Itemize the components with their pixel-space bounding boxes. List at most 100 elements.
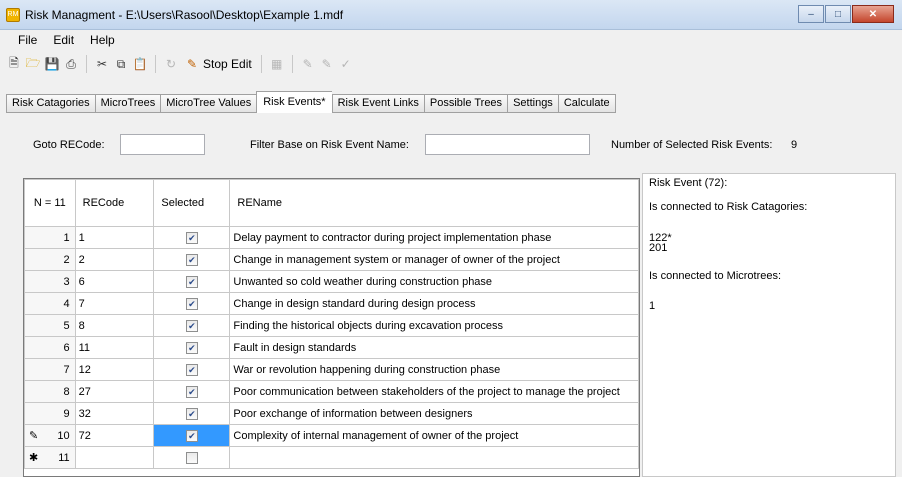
rename-cell[interactable]: Unwanted so cold weather during construc… [229, 270, 639, 293]
row-number[interactable]: 2 [24, 248, 76, 271]
table-row[interactable]: 4 7 ✔ Change in design standard during desi… [24, 292, 639, 315]
selected-checkbox[interactable]: ✔ [185, 253, 198, 266]
rename-cell[interactable]: Complexity of internal management of own… [229, 424, 639, 447]
rename-cell[interactable] [229, 446, 639, 469]
row-number[interactable]: ✎ 10 [24, 424, 76, 447]
rename-cell[interactable]: Poor exchange of information between des… [229, 402, 639, 425]
selected-checkbox[interactable]: ✔ [185, 429, 198, 442]
recode-column-header[interactable]: RECode [74, 179, 155, 227]
close-button[interactable]: ✕ [852, 5, 894, 23]
recode-cell[interactable]: 72 [74, 424, 155, 447]
menu-file[interactable]: File [10, 33, 45, 47]
microtree-item: 1 [649, 300, 656, 312]
row-number[interactable]: ✱ 11 [24, 446, 76, 469]
recode-cell[interactable]: 2 [74, 248, 155, 271]
table-icon[interactable]: ▦ [269, 56, 285, 72]
menu-edit[interactable]: Edit [45, 33, 82, 47]
table-row[interactable]: 9 32 ✔ Poor exchange of information between… [24, 402, 639, 425]
table-row[interactable]: ✱ 11 [24, 446, 639, 469]
selected-cell[interactable]: ✔ [153, 358, 231, 381]
goto-recode-input[interactable] [120, 134, 205, 155]
edit-icon[interactable]: ✎ [300, 56, 316, 72]
tab-microtrees[interactable]: MicroTrees [94, 94, 161, 113]
selected-checkbox[interactable] [185, 451, 198, 464]
selected-cell[interactable]: ✔ [153, 314, 231, 337]
rename-column-header[interactable]: REName [229, 179, 639, 227]
rename-cell[interactable]: Poor communication between stakeholders … [229, 380, 639, 403]
print-icon[interactable]: ⎙ [63, 56, 79, 72]
recode-cell[interactable]: 11 [74, 336, 155, 359]
tab-calculate[interactable]: Calculate [557, 94, 616, 113]
cut-icon[interactable]: ✂ [94, 56, 110, 72]
selected-checkbox[interactable]: ✔ [185, 319, 198, 332]
minimize-button[interactable]: – [798, 5, 824, 23]
rename-cell[interactable]: Change in design standard during design … [229, 292, 639, 315]
row-number[interactable]: 1 [24, 226, 76, 249]
tab-microtree-values[interactable]: MicroTree Values [160, 94, 257, 113]
selected-cell[interactable]: ✔ [153, 336, 231, 359]
menu-help[interactable]: Help [82, 33, 123, 47]
selected-cell[interactable]: ✔ [153, 248, 231, 271]
selected-cell[interactable]: ✔ [153, 424, 231, 447]
open-folder-icon[interactable]: 🗁 [25, 56, 41, 72]
table-row[interactable]: 1 1 ✔ Delay payment to contractor during pr… [24, 226, 639, 249]
maximize-button[interactable]: □ [825, 5, 851, 23]
recode-cell[interactable] [74, 446, 155, 469]
selected-checkbox[interactable]: ✔ [185, 385, 198, 398]
recode-cell[interactable]: 32 [74, 402, 155, 425]
selected-cell[interactable]: ✔ [153, 292, 231, 315]
row-number[interactable]: 8 [24, 380, 76, 403]
recode-cell[interactable]: 7 [74, 292, 155, 315]
table-row[interactable]: 2 2 ✔ Change in management system or manage… [24, 248, 639, 271]
selected-checkbox[interactable]: ✔ [185, 297, 198, 310]
risk-events-grid[interactable]: N = 11 RECode Selected REName 1 1 ✔ Delay p… [23, 178, 640, 477]
recode-cell[interactable]: 1 [74, 226, 155, 249]
selected-cell[interactable]: ✔ [153, 380, 231, 403]
selected-checkbox[interactable]: ✔ [185, 231, 198, 244]
rename-cell[interactable]: Change in management system or manager o… [229, 248, 639, 271]
table-row[interactable]: 5 8 ✔ Finding the historical objects during… [24, 314, 639, 337]
paste-icon[interactable]: 📋 [132, 56, 148, 72]
recode-cell[interactable]: 27 [74, 380, 155, 403]
copy-icon[interactable]: ⧉ [113, 56, 129, 72]
filter-name-input[interactable] [425, 134, 590, 155]
recode-cell[interactable]: 8 [74, 314, 155, 337]
table-row[interactable]: ✎ 10 72 ✔ Complexity of internal management … [24, 424, 639, 447]
recode-cell[interactable]: 6 [74, 270, 155, 293]
table-row[interactable]: 3 6 ✔ Unwanted so cold weather during const… [24, 270, 639, 293]
tab-risk-event-links[interactable]: Risk Event Links [331, 94, 424, 113]
stop-edit-button[interactable]: ✎ Stop Edit [182, 56, 254, 72]
row-number[interactable]: 5 [24, 314, 76, 337]
rename-cell[interactable]: Fault in design standards [229, 336, 639, 359]
row-number[interactable]: 9 [24, 402, 76, 425]
selected-cell[interactable]: ✔ [153, 402, 231, 425]
new-file-icon[interactable]: 🗎 [6, 56, 22, 72]
selected-checkbox[interactable]: ✔ [185, 363, 198, 376]
selected-column-header[interactable]: Selected [153, 179, 231, 227]
refresh-icon[interactable]: ↻ [163, 56, 179, 72]
tab-settings[interactable]: Settings [507, 94, 558, 113]
selected-cell[interactable]: ✔ [153, 270, 231, 293]
selected-cell[interactable]: ✔ [153, 226, 231, 249]
rename-cell[interactable]: Delay payment to contractor during proje… [229, 226, 639, 249]
rename-cell[interactable]: Finding the historical objects during ex… [229, 314, 639, 337]
table-row[interactable]: 8 27 ✔ Poor communication between stakehold… [24, 380, 639, 403]
tab-possible-trees[interactable]: Possible Trees [423, 94, 508, 113]
table-row[interactable]: 6 11 ✔ Fault in design standards [24, 336, 639, 359]
selected-checkbox[interactable]: ✔ [185, 341, 198, 354]
check-icon[interactable]: ✓ [338, 56, 354, 72]
tab-risk-catagories[interactable]: Risk Catagories [6, 94, 95, 113]
selected-checkbox[interactable]: ✔ [185, 407, 198, 420]
table-row[interactable]: 7 12 ✔ War or revolution happening during c… [24, 358, 639, 381]
tab-risk-events[interactable]: Risk Events* [256, 91, 332, 113]
selected-checkbox[interactable]: ✔ [185, 275, 198, 288]
save-icon[interactable]: 💾 [44, 56, 60, 72]
rename-cell[interactable]: War or revolution happening during const… [229, 358, 639, 381]
row-number[interactable]: 3 [24, 270, 76, 293]
row-number[interactable]: 6 [24, 336, 76, 359]
row-number[interactable]: 7 [24, 358, 76, 381]
recode-cell[interactable]: 12 [74, 358, 155, 381]
selected-cell[interactable] [153, 446, 231, 469]
edit-alt-icon[interactable]: ✎ [319, 56, 335, 72]
row-number[interactable]: 4 [24, 292, 76, 315]
